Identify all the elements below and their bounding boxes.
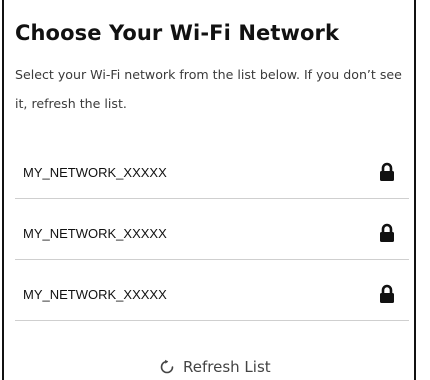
refresh-list-button[interactable]: Refresh List: [159, 354, 271, 380]
lock-icon: [380, 223, 394, 242]
refresh-list-label: Refresh List: [183, 358, 271, 376]
lock-icon: [380, 284, 394, 303]
network-list-item[interactable]: MY_NETWORK_XXXXX: [15, 260, 409, 321]
network-list-item[interactable]: MY_NETWORK_XXXXX: [15, 145, 409, 199]
network-name: MY_NETWORK_XXXXX: [23, 287, 167, 302]
lock-icon: [380, 162, 394, 181]
page-title: Choose Your Wi-Fi Network: [15, 21, 340, 45]
refresh-icon: [160, 359, 174, 374]
page-subtitle: Select your Wi-Fi network from the list …: [15, 67, 402, 111]
network-list: MY_NETWORK_XXXXX MY_NETWORK_XXXXX MY_NET…: [15, 145, 409, 321]
network-name: MY_NETWORK_XXXXX: [23, 226, 167, 241]
wifi-selection-panel: Choose Your Wi-Fi Network Select your Wi…: [2, 0, 416, 380]
network-list-item[interactable]: MY_NETWORK_XXXXX: [15, 199, 409, 260]
network-name: MY_NETWORK_XXXXX: [23, 165, 167, 180]
